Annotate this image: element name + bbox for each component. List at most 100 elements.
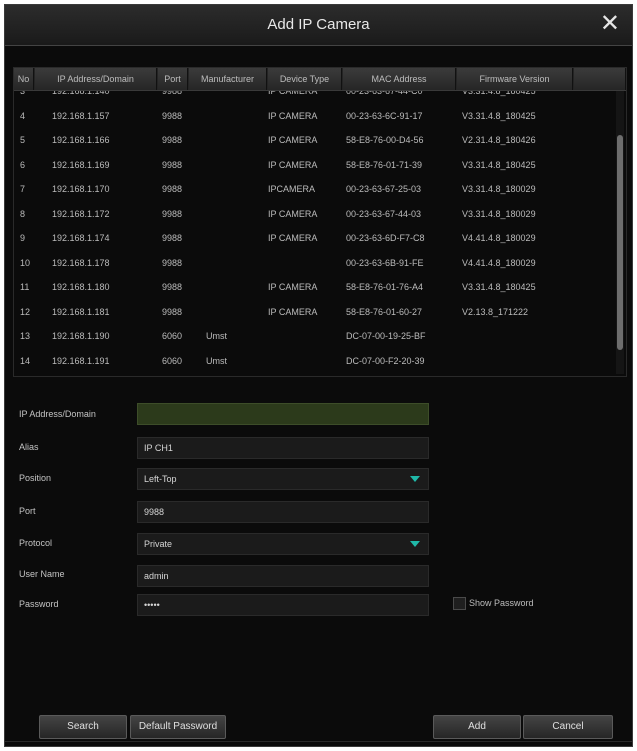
cell-mac: 00-23-63-67-25-03 — [346, 184, 422, 194]
cell-no: 9 — [20, 233, 26, 243]
cell-no: 6 — [20, 159, 26, 170]
alias-label: Alias — [19, 442, 39, 452]
cell-device-type: IP CAMERA — [268, 306, 318, 317]
cell-ip: 192.168.1.169 — [52, 159, 110, 170]
cell-ip: 192.168.1.172 — [52, 208, 110, 219]
cancel-button[interactable]: Cancel — [523, 715, 613, 739]
position-label: Position — [19, 473, 52, 483]
cell-no: 11 — [20, 282, 30, 292]
divider — [5, 741, 632, 742]
cell-mac: 58-E8-76-01-76-A4 — [346, 282, 424, 292]
cell-device-type: IP CAMERA — [268, 159, 318, 170]
column-header-no[interactable]: No — [14, 68, 34, 90]
close-icon[interactable]: ✕ — [600, 11, 620, 37]
table-row[interactable]: 5 192.168.1.166 9988 IP CAMERA 58-E8-76-00-D… — [14, 128, 614, 153]
password-field[interactable]: ••••• — [137, 594, 429, 616]
table-row[interactable]: 14 192.168.1.191 6060 Umst DC-07-00-F2-20-39 — [14, 349, 614, 374]
alias-field[interactable]: IP CH1 — [137, 437, 429, 459]
cell-port: 9988 — [162, 257, 183, 268]
cell-manufacturer — [206, 226, 266, 251]
port-field[interactable]: 9988 — [137, 501, 429, 523]
cell-manufacturer — [206, 251, 266, 276]
column-header-ip[interactable]: IP Address/Domain — [35, 68, 157, 90]
cell-no: 13 — [20, 331, 31, 341]
ip-address-field[interactable] — [137, 403, 429, 425]
title-bar: Add IP Camera ✕ — [5, 5, 632, 46]
cell-manufacturer: Umst — [206, 331, 227, 341]
column-header-firmware[interactable]: Firmware Version — [457, 68, 573, 90]
default-password-button[interactable]: Default Password — [130, 715, 226, 739]
cell-port: 9988 — [162, 110, 183, 121]
cell-mac: 00-23-63-6B-91-FE — [346, 257, 424, 268]
table-row[interactable]: 4 192.168.1.157 9988 IP CAMERA 00-23-63-6C-9… — [14, 104, 614, 129]
cell-ip: 192.168.1.181 — [52, 306, 110, 317]
table-row[interactable]: 13 192.168.1.190 6060 Umst DC-07-00-19-25-BF — [14, 324, 614, 349]
position-select[interactable]: Left-Top — [137, 468, 429, 490]
cell-mac: 00-23-63-67-44-03 — [346, 208, 422, 219]
cell-port: 6060 — [162, 331, 183, 341]
cell-manufacturer — [206, 275, 266, 300]
column-header-mac[interactable]: MAC Address — [343, 68, 456, 90]
cell-port: 9988 — [162, 306, 183, 317]
search-button[interactable]: Search — [39, 715, 127, 739]
cell-mac: 00-23-63-6C-91-17 — [346, 110, 423, 121]
table-row[interactable]: 8 192.168.1.172 9988 IP CAMERA 00-23-63-67-4… — [14, 202, 614, 227]
cell-firmware: V3.31.4.8_180425 — [462, 91, 536, 96]
cell-device-type: IP CAMERA — [268, 208, 318, 219]
cell-manufacturer — [206, 91, 266, 104]
table-scrollbar[interactable] — [616, 91, 624, 374]
cell-firmware: V3.31.4.8_180425 — [462, 110, 536, 121]
cell-device-type — [268, 349, 342, 374]
table-row[interactable]: 9 192.168.1.174 9988 IP CAMERA 00-23-63-6D-F… — [14, 226, 614, 251]
protocol-value: Private — [144, 539, 173, 549]
cell-firmware: V4.41.4.8_180029 — [462, 233, 536, 243]
cell-device-type — [268, 324, 342, 349]
cell-manufacturer — [206, 128, 266, 153]
cell-no: 3 — [20, 91, 26, 96]
cell-manufacturer — [206, 104, 266, 129]
column-header-empty — [574, 68, 626, 90]
cell-firmware — [462, 349, 574, 374]
add-button[interactable]: Add — [433, 715, 521, 739]
column-header-manufacturer[interactable]: Manufacturer — [189, 68, 267, 90]
cell-ip: 192.168.1.157 — [52, 110, 110, 121]
table-header: No IP Address/Domain Port Manufacturer D… — [14, 68, 626, 91]
username-field[interactable]: admin — [137, 565, 429, 587]
cell-device-type — [268, 251, 342, 276]
cell-firmware: V2.31.4.8_180426 — [462, 135, 536, 145]
table-row[interactable]: 11 192.168.1.180 9988 IP CAMERA 58-E8-76-01-… — [14, 275, 614, 300]
username-label: User Name — [19, 569, 65, 579]
chevron-down-icon — [410, 476, 420, 482]
column-header-port[interactable]: Port — [158, 68, 188, 90]
table-row[interactable]: 6 192.168.1.169 9988 IP CAMERA 58-E8-76-01-7… — [14, 153, 614, 178]
protocol-select[interactable]: Private — [137, 533, 429, 555]
cell-ip: 192.168.1.180 — [52, 282, 110, 292]
table-row[interactable]: 3 192.168.1.140 9988 IP CAMERA 00-23-63-67-4… — [14, 91, 614, 104]
cell-port: 9988 — [162, 233, 183, 243]
cell-port: 9988 — [162, 282, 183, 292]
add-ip-camera-dialog: Add IP Camera ✕ No IP Address/Domain Por… — [4, 4, 633, 747]
cell-ip: 192.168.1.140 — [52, 91, 110, 96]
table-row[interactable]: 12 192.168.1.181 9988 IP CAMERA 58-E8-76-01-… — [14, 300, 614, 325]
show-password-label: Show Password — [469, 598, 534, 608]
cell-ip: 192.168.1.191 — [52, 355, 110, 366]
column-header-device-type[interactable]: Device Type — [268, 68, 342, 90]
cell-no: 12 — [20, 306, 31, 317]
cell-firmware — [462, 324, 574, 349]
cell-manufacturer — [206, 300, 266, 325]
cell-firmware: V2.13.8_171222 — [462, 306, 529, 317]
table-row[interactable]: 10 192.168.1.178 9988 00-23-63-6B-91-FE V4.4… — [14, 251, 614, 276]
show-password-checkbox[interactable] — [453, 597, 466, 610]
protocol-label: Protocol — [19, 538, 53, 548]
cell-firmware: V3.31.4.8_180029 — [462, 184, 536, 194]
scrollbar-thumb[interactable] — [617, 135, 623, 350]
cell-ip: 192.168.1.166 — [52, 135, 110, 145]
cell-port: 6060 — [162, 355, 183, 366]
cell-mac: 00-23-63-6D-F7-C8 — [346, 233, 425, 243]
table-row[interactable]: 7 192.168.1.170 9988 IPCAMERA 00-23-63-67-25… — [14, 177, 614, 202]
table-rows: 3 192.168.1.140 9988 IP CAMERA 00-23-63-67-4… — [14, 91, 614, 373]
cell-port: 9988 — [162, 208, 183, 219]
cell-manufacturer — [206, 202, 266, 227]
cell-mac: 58-E8-76-01-60-27 — [346, 306, 423, 317]
cell-firmware: V3.31.4.8_180425 — [462, 159, 536, 170]
